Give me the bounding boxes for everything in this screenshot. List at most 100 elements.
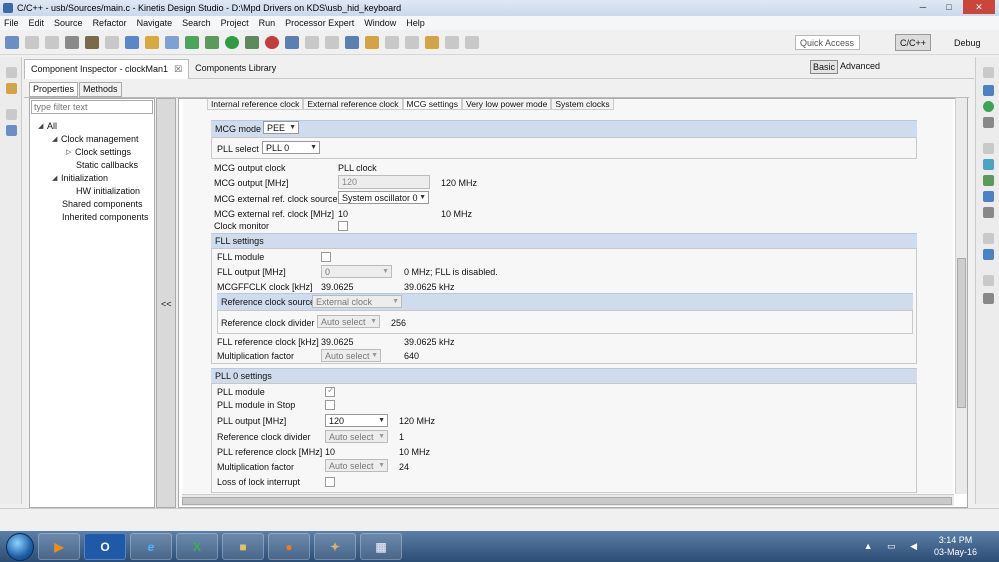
stop-icon[interactable] (265, 36, 279, 49)
vertical-scrollbar[interactable] (955, 98, 967, 494)
tree-item-all[interactable]: ◢ All (38, 119, 57, 132)
toggle-icon[interactable] (305, 36, 319, 49)
refresh-icon[interactable] (185, 36, 199, 49)
tab-components-library[interactable]: Components Library (189, 58, 282, 78)
clean-icon[interactable] (105, 36, 119, 49)
advanced-mode-button[interactable]: Advanced (840, 61, 880, 71)
registers-icon[interactable] (983, 293, 994, 304)
close-button[interactable]: ✕ (963, 0, 995, 14)
menu-run[interactable]: Run (259, 18, 276, 28)
menu-source[interactable]: Source (54, 18, 83, 28)
collapse-panel-button[interactable]: << (161, 299, 172, 309)
console-icon[interactable] (983, 159, 994, 170)
restore-icon[interactable] (6, 109, 17, 120)
menu-navigate[interactable]: Navigate (137, 18, 173, 28)
firefox-icon[interactable]: ● (268, 533, 310, 560)
debug-icon[interactable] (205, 36, 219, 49)
quick-access-input[interactable]: Quick Access (795, 35, 860, 50)
tree-item-hw-initialization[interactable]: HW initialization (76, 184, 140, 197)
excel-icon[interactable]: X (176, 533, 218, 560)
collapse-icon[interactable]: ▷ (66, 148, 75, 156)
tree-item-clock-management[interactable]: ◢ Clock management (52, 132, 139, 145)
maximize-button[interactable]: □ (937, 0, 961, 14)
save-icon[interactable] (25, 36, 39, 49)
restore-icon[interactable] (983, 233, 994, 244)
tab-external-reference-clock[interactable]: External reference clock (303, 99, 403, 110)
open-type-icon[interactable] (365, 36, 379, 49)
tasks-icon[interactable] (983, 191, 994, 202)
ext-clock-source-select[interactable]: System oscillator 0 ▼ (338, 191, 429, 204)
restore-icon[interactable] (983, 143, 994, 154)
panel-splitter[interactable]: << (156, 98, 176, 508)
problems-icon[interactable] (983, 175, 994, 186)
calculator-icon[interactable]: ▦ (360, 533, 402, 560)
expand-icon[interactable]: ◢ (52, 174, 61, 182)
media-player-icon[interactable]: ▶ (38, 533, 80, 560)
filter-input[interactable]: type filter text (31, 100, 153, 114)
menu-search[interactable]: Search (182, 18, 211, 28)
perspective-cpp-button[interactable]: C/C++ (895, 34, 932, 51)
restore-icon[interactable] (983, 67, 994, 78)
component-icon[interactable] (983, 249, 994, 260)
tab-system-clocks[interactable]: System clocks (551, 99, 614, 110)
restore-icon[interactable] (983, 275, 994, 286)
build-icon[interactable] (85, 36, 99, 49)
internet-explorer-icon[interactable]: e (130, 533, 172, 560)
loss-of-lock-checkbox[interactable] (325, 477, 335, 487)
tab-internal-reference-clock[interactable]: Internal reference clock (207, 99, 304, 110)
fll-module-checkbox[interactable] (321, 252, 331, 262)
menu-processor-expert[interactable]: Processor Expert (285, 18, 354, 28)
outlook-icon[interactable]: O (84, 533, 126, 560)
new-class-icon[interactable] (165, 36, 179, 49)
save-all-icon[interactable] (45, 36, 59, 49)
outline-icon[interactable] (6, 125, 17, 136)
forward-icon[interactable] (465, 36, 479, 49)
open-folder-icon[interactable] (145, 36, 159, 49)
tab-methods[interactable]: Methods (79, 82, 122, 97)
document-icon[interactable] (983, 117, 994, 128)
menu-help[interactable]: Help (406, 18, 425, 28)
system-tray-icons[interactable]: ▲ ▭ ◀ (864, 541, 923, 552)
settings-icon[interactable] (65, 36, 79, 49)
mcg-mode-select[interactable]: PEE ▼ (263, 121, 299, 134)
pll-stop-checkbox[interactable] (325, 400, 335, 410)
tree-item-static-callbacks[interactable]: Static callbacks (76, 158, 138, 171)
last-edit-icon[interactable] (425, 36, 439, 49)
pll-output-select[interactable]: 120 ▼ (325, 414, 388, 427)
tab-component-inspector[interactable]: Component Inspector - clockMan1 ☒ (24, 58, 190, 79)
menu-file[interactable]: File (4, 18, 19, 28)
close-tab-icon[interactable]: ☒ (174, 64, 182, 75)
new-icon[interactable] (5, 36, 19, 49)
clock-monitor-checkbox[interactable] (338, 221, 348, 231)
start-button[interactable] (6, 532, 34, 561)
minimize-button[interactable]: ─ (911, 0, 935, 14)
horizontal-scrollbar[interactable] (182, 494, 954, 506)
menu-edit[interactable]: Edit (29, 18, 45, 28)
perspective-debug-button[interactable]: Debug (950, 34, 985, 51)
outline-view-icon[interactable] (983, 85, 994, 96)
clock[interactable]: 3:14 PM 03-May-16 (934, 534, 977, 558)
run-icon[interactable] (225, 36, 239, 49)
tab-mcg-settings[interactable]: MCG settings (402, 99, 463, 110)
tree-item-inherited-components[interactable]: Inherited components (62, 210, 149, 223)
prev-annotation-icon[interactable] (405, 36, 419, 49)
tree-item-shared-components[interactable]: Shared components (62, 197, 143, 210)
basic-mode-button[interactable]: Basic (810, 60, 839, 74)
processor-icon[interactable] (345, 36, 359, 49)
expand-icon[interactable]: ◢ (38, 122, 47, 130)
tab-properties[interactable]: Properties (29, 82, 79, 97)
target-icon[interactable] (983, 101, 994, 112)
tree-item-initialization[interactable]: ◢ Initialization (52, 171, 108, 184)
restore-icon[interactable] (6, 67, 17, 78)
annotation-icon[interactable] (385, 36, 399, 49)
tree-item-clock-settings[interactable]: ▷ Clock settings (66, 145, 131, 158)
vertical-scroll-thumb[interactable] (957, 258, 966, 408)
pll-select-select[interactable]: PLL 0 ▼ (262, 141, 320, 154)
menu-project[interactable]: Project (221, 18, 249, 28)
menu-refactor[interactable]: Refactor (93, 18, 127, 28)
new-project-icon[interactable] (125, 36, 139, 49)
mark-icon[interactable] (325, 36, 339, 49)
horizontal-scroll-thumb[interactable] (182, 497, 952, 505)
external-tools-icon[interactable] (245, 36, 259, 49)
app-icon[interactable]: ✦ (314, 533, 356, 560)
